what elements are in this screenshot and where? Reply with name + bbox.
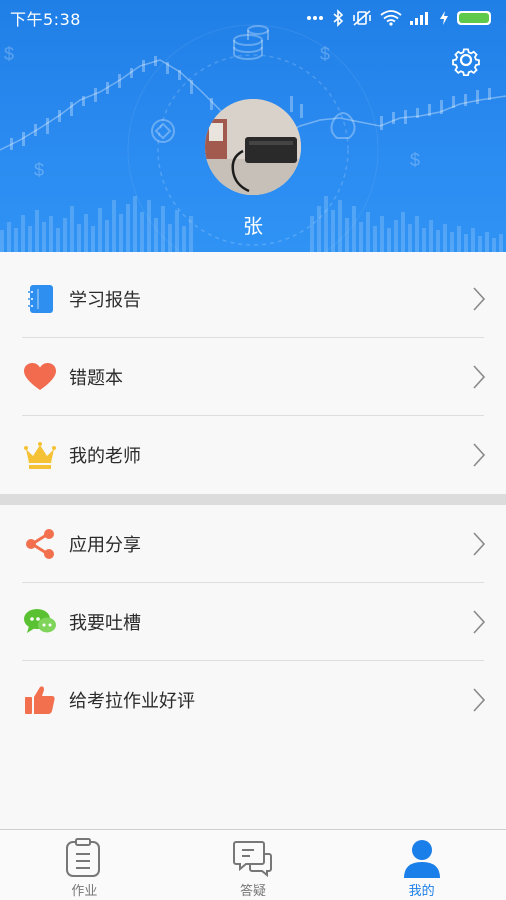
tab-homework[interactable]: 作业 (0, 830, 169, 900)
status-bar: 下午5:38 (0, 0, 506, 36)
menu-item-share-app[interactable]: 应用分享 (0, 505, 506, 583)
section-divider (0, 494, 506, 505)
share-icon (24, 528, 56, 560)
avatar-photo (205, 99, 301, 195)
chat-icon (233, 841, 272, 878)
tab-qa[interactable]: 答疑 (169, 830, 338, 900)
person-icon (403, 840, 440, 878)
chevron-right-icon (473, 287, 486, 311)
settings-gear-icon[interactable] (450, 44, 482, 76)
more-dots-icon (307, 16, 323, 20)
menu-group-primary: 学习报告 错题本 我的老师 (0, 260, 506, 494)
bluetooth-icon (333, 9, 344, 27)
profile-header: $ $ $ $ 下午5:38 张 (0, 0, 506, 252)
menu-item-label: 错题本 (69, 368, 123, 389)
svg-text:$: $ (410, 150, 420, 170)
svg-text:$: $ (320, 44, 330, 64)
status-time: 下午5:38 (10, 10, 81, 29)
charging-icon (440, 11, 448, 25)
chevron-right-icon (473, 610, 486, 634)
user-name: 张 (243, 214, 263, 238)
battery-icon (457, 11, 491, 25)
tab-label: 作业 (71, 884, 98, 899)
svg-text:$: $ (34, 160, 44, 180)
menu-item-label: 我要吐槽 (69, 613, 141, 634)
menu-item-rate-app[interactable]: 给考拉作业好评 (0, 661, 506, 739)
svg-text:$: $ (4, 44, 14, 64)
status-icons (306, 9, 494, 27)
menu-item-my-teacher[interactable]: 我的老师 (0, 416, 506, 494)
bottom-tab-bar: 作业 答疑 我的 (0, 829, 506, 900)
vibrate-off-icon (353, 10, 371, 26)
menu-group-secondary: 应用分享 我要吐槽 给考拉作业好评 (0, 505, 506, 739)
tab-label: 我的 (408, 884, 435, 899)
menu-item-feedback[interactable]: 我要吐槽 (0, 583, 506, 661)
chat-bubbles-icon (24, 606, 56, 638)
menu-item-label: 我的老师 (69, 446, 141, 467)
chevron-right-icon (473, 365, 486, 389)
menu-item-label: 应用分享 (69, 535, 141, 556)
menu-item-label: 学习报告 (69, 290, 141, 311)
tab-label: 答疑 (240, 884, 267, 899)
thumbs-up-icon (24, 684, 56, 716)
menu-item-wrong-questions[interactable]: 错题本 (0, 338, 506, 416)
chevron-right-icon (473, 443, 486, 467)
header-spacer (0, 252, 506, 260)
menu-item-label: 给考拉作业好评 (69, 691, 195, 712)
chevron-right-icon (473, 532, 486, 556)
clipboard-icon (66, 838, 101, 877)
wifi-icon (380, 10, 402, 26)
notebook-icon (24, 283, 56, 315)
chevron-right-icon (473, 688, 486, 712)
crown-icon (24, 439, 56, 471)
signal-icon (410, 12, 428, 25)
tab-mine[interactable]: 我的 (337, 830, 506, 900)
user-avatar[interactable] (205, 99, 301, 195)
menu-item-study-report[interactable]: 学习报告 (0, 260, 506, 338)
heart-icon (24, 361, 56, 393)
